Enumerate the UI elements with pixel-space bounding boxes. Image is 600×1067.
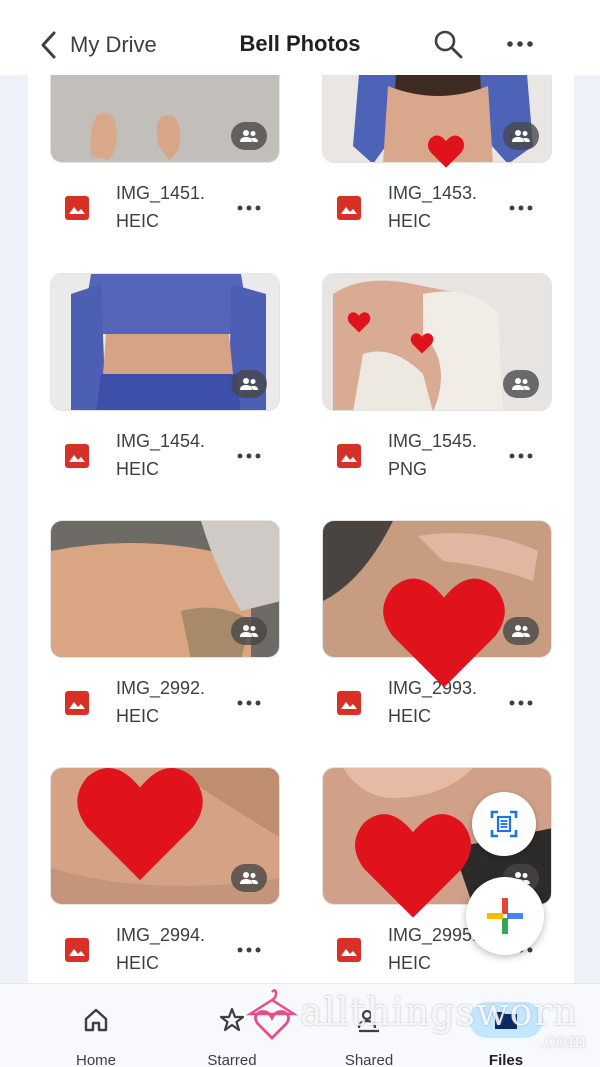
image-file-icon (65, 444, 89, 468)
nav-shared-label: Shared (344, 1052, 394, 1067)
scan-icon (490, 810, 518, 838)
file-name: IMG_1451. HEIC (116, 183, 206, 231)
shared-people-icon (231, 122, 267, 150)
more-options-icon[interactable] (506, 441, 536, 471)
file-card[interactable]: IMG_1545. PNG (322, 273, 552, 513)
heart-icon (383, 578, 505, 688)
watermark-text: allthingsworn (300, 990, 579, 1034)
image-file-icon (337, 938, 361, 962)
shared-people-icon (503, 122, 539, 150)
nav-home[interactable]: Home (41, 984, 151, 1067)
nav-home-label: Home (75, 1052, 116, 1067)
file-thumbnail[interactable] (322, 273, 552, 411)
new-button[interactable] (466, 877, 544, 955)
image-file-icon (65, 691, 89, 715)
more-options-icon[interactable] (234, 935, 264, 965)
file-card[interactable]: IMG_2992. HEIC (50, 520, 280, 760)
file-card[interactable]: IMG_1451. HEIC (50, 75, 280, 265)
shared-people-icon (231, 617, 267, 645)
image-file-icon (65, 938, 89, 962)
file-meta: IMG_1454. HEIC (50, 425, 280, 485)
more-options-icon[interactable] (234, 688, 264, 718)
heart-icon (427, 135, 465, 168)
top-app-bar: My Drive Bell Photos (0, 0, 600, 75)
more-options-icon[interactable] (234, 441, 264, 471)
watermark-sub: .com (538, 1028, 587, 1052)
file-meta: IMG_1545. PNG (322, 425, 552, 485)
plus-icon (487, 898, 523, 934)
more-options-icon[interactable] (506, 688, 536, 718)
more-options-icon[interactable] (234, 193, 264, 223)
file-card[interactable]: IMG_1454. HEIC (50, 273, 280, 513)
file-thumbnail[interactable] (50, 273, 280, 411)
file-name: IMG_1453. HEIC (388, 183, 478, 231)
nav-files-label: Files (488, 1052, 524, 1067)
shared-people-icon (231, 864, 267, 892)
heart-icon (347, 312, 371, 333)
file-thumbnail[interactable] (50, 520, 280, 658)
heart-icon (410, 333, 434, 354)
home-icon (84, 1008, 108, 1032)
file-thumbnail[interactable] (50, 75, 280, 163)
nav-starred-label: Starred (207, 1052, 257, 1067)
shared-people-icon (231, 370, 267, 398)
file-meta: IMG_2994. HEIC (50, 919, 280, 979)
shared-people-icon (503, 370, 539, 398)
file-name: IMG_2994. HEIC (116, 925, 206, 973)
more-options-icon[interactable] (502, 26, 538, 62)
heart-icon (77, 768, 203, 881)
image-file-icon (65, 196, 89, 220)
star-icon (219, 1007, 245, 1032)
file-name: IMG_2992. HEIC (116, 678, 206, 726)
shared-people-icon (503, 617, 539, 645)
file-card[interactable]: IMG_1453. HEIC (322, 75, 552, 265)
scan-button[interactable] (472, 792, 536, 856)
file-name: IMG_1545. PNG (388, 431, 478, 479)
heart-icon (355, 814, 471, 918)
search-icon[interactable] (430, 26, 466, 62)
image-file-icon (337, 691, 361, 715)
file-meta: IMG_1451. HEIC (50, 177, 280, 237)
file-meta: IMG_2992. HEIC (50, 672, 280, 732)
hanger-heart-logo-icon (246, 989, 298, 1040)
file-name: IMG_1454. HEIC (116, 431, 206, 479)
file-meta: IMG_1453. HEIC (322, 177, 552, 237)
image-file-icon (337, 444, 361, 468)
image-file-icon (337, 196, 361, 220)
more-options-icon[interactable] (506, 193, 536, 223)
